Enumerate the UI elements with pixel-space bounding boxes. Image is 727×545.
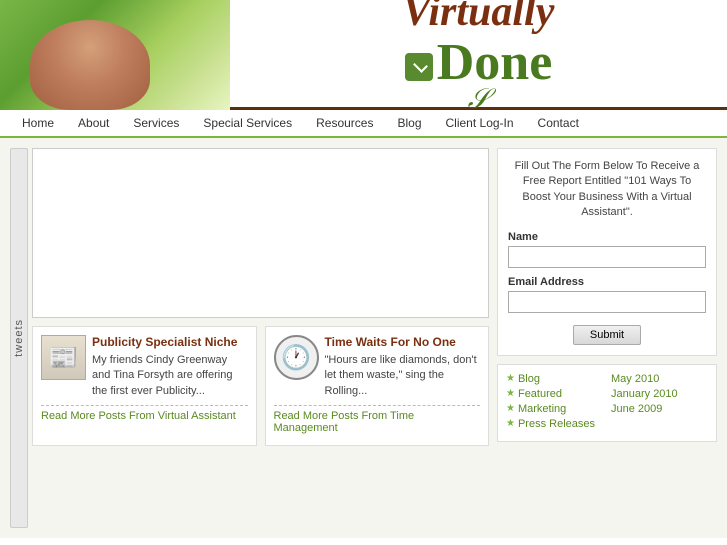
- logo-icon: [405, 53, 433, 81]
- left-column: Publicity Specialist Niche My friends Ci…: [32, 148, 489, 528]
- nav-contact[interactable]: Contact: [526, 111, 591, 135]
- post-box-1: Publicity Specialist Niche My friends Ci…: [32, 326, 257, 446]
- name-input[interactable]: [508, 246, 706, 268]
- right-sidebar: Fill Out The Form Below To Receive a Fre…: [497, 148, 717, 528]
- post-2-excerpt: "Hours are like diamonds, don't let them…: [325, 353, 481, 399]
- site-logo: Virtually Done 𝒮: [230, 0, 727, 107]
- header-photo: [0, 0, 230, 110]
- nav-blog[interactable]: Blog: [385, 111, 433, 135]
- name-label: Name: [508, 231, 706, 243]
- categories-column: ★ Blog ★ Featured ★ Marketing ★ Press Re…: [506, 373, 603, 433]
- signup-description: Fill Out The Form Below To Receive a Fre…: [508, 159, 706, 221]
- archive-jun-2009-label: June 2009: [611, 403, 662, 415]
- cat-star-4: ★: [506, 418, 515, 429]
- cat-star-3: ★: [506, 403, 515, 414]
- cat-blog[interactable]: ★ Blog: [506, 373, 603, 385]
- tweets-box: [32, 148, 489, 318]
- cat-blog-label: Blog: [518, 373, 540, 385]
- post-1-excerpt: My friends Cindy Greenway and Tina Forsy…: [92, 353, 248, 399]
- nav-services[interactable]: Services: [121, 111, 191, 135]
- logo-done-text: Done: [437, 33, 553, 92]
- posts-row: Publicity Specialist Niche My friends Ci…: [32, 326, 489, 446]
- nav-home[interactable]: Home: [10, 111, 66, 135]
- email-input[interactable]: [508, 291, 706, 313]
- cat-star-2: ★: [506, 388, 515, 399]
- post-1-thumbnail: [41, 335, 86, 380]
- archive-may-2010[interactable]: May 2010: [611, 373, 708, 385]
- nav-client-login[interactable]: Client Log-In: [434, 111, 526, 135]
- archives-column: May 2010 January 2010 June 2009: [611, 373, 708, 433]
- email-label: Email Address: [508, 276, 706, 288]
- submit-button[interactable]: Submit: [573, 325, 641, 345]
- signup-box: Fill Out The Form Below To Receive a Fre…: [497, 148, 717, 356]
- archive-may-2010-label: May 2010: [611, 373, 659, 385]
- post-1-read-more[interactable]: Read More Posts From Virtual Assistant: [41, 405, 248, 422]
- post-box-2: Time Waits For No One "Hours are like di…: [265, 326, 490, 446]
- cat-featured-label: Featured: [518, 388, 562, 400]
- nav-resources[interactable]: Resources: [304, 111, 385, 135]
- nav-about[interactable]: About: [66, 111, 121, 135]
- cat-marketing[interactable]: ★ Marketing: [506, 403, 603, 415]
- archive-jun-2009[interactable]: June 2009: [611, 403, 708, 415]
- cat-featured[interactable]: ★ Featured: [506, 388, 603, 400]
- cat-press-releases-label: Press Releases: [518, 418, 595, 430]
- archive-jan-2010[interactable]: January 2010: [611, 388, 708, 400]
- post-2-read-more[interactable]: Read More Posts From Time Management: [274, 405, 481, 434]
- header-image: [0, 0, 230, 110]
- site-header: Virtually Done 𝒮: [0, 0, 727, 110]
- archive-jan-2010-label: January 2010: [611, 388, 678, 400]
- main-nav: Home About Services Special Services Res…: [0, 110, 727, 138]
- cat-star-1: ★: [506, 373, 515, 384]
- logo-virtually: Virtually: [403, 0, 555, 33]
- main-content: tweets Publicity Specialist Niche My fri…: [0, 138, 727, 538]
- categories-archives-box: ★ Blog ★ Featured ★ Marketing ★ Press Re…: [497, 364, 717, 442]
- cat-press-releases[interactable]: ★ Press Releases: [506, 418, 603, 430]
- tweets-label: tweets: [13, 319, 25, 357]
- post-2-thumbnail: [274, 335, 319, 380]
- cat-marketing-label: Marketing: [518, 403, 566, 415]
- nav-special-services[interactable]: Special Services: [191, 111, 304, 135]
- tweets-tab[interactable]: tweets: [10, 148, 28, 528]
